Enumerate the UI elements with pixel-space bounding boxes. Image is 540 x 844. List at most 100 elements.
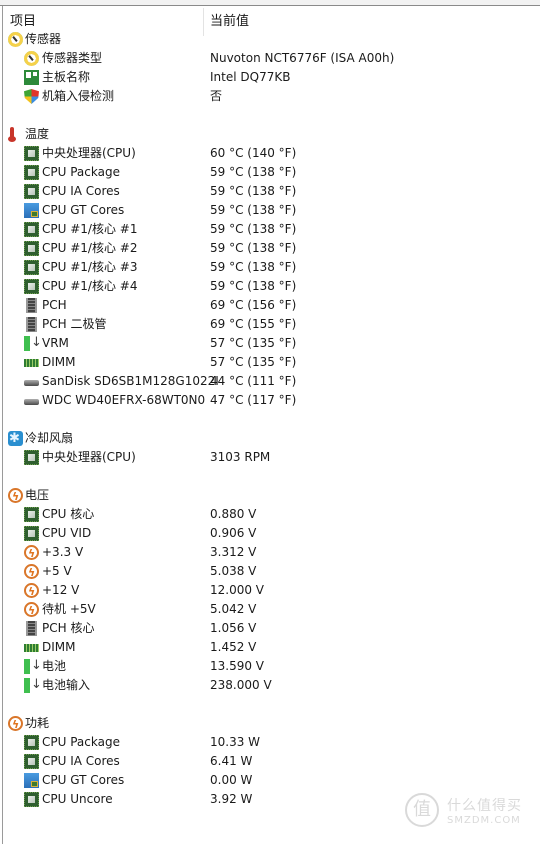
cpu-chip-icon xyxy=(24,184,39,199)
item-label: 传感器类型 xyxy=(42,51,103,65)
tree-group[interactable]: 温度 xyxy=(0,125,540,144)
tree-item[interactable]: +3.3 V 3.312 V xyxy=(0,543,540,563)
tree-item[interactable]: 机箱入侵检测 否 xyxy=(0,87,540,106)
item-label: CPU VID xyxy=(42,526,92,540)
tree-item[interactable]: CPU IA Cores 59 °C (138 °F) xyxy=(0,182,540,201)
tree-item[interactable]: 待机 +5V 5.042 V xyxy=(0,600,540,620)
item-value: 0.880 V xyxy=(210,507,257,521)
tree-item[interactable]: 电池 13.590 V xyxy=(0,656,540,676)
item-label: 待机 +5V xyxy=(42,602,96,616)
voltage-icon xyxy=(24,544,39,563)
item-value: 59 °C (138 °F) xyxy=(210,184,297,198)
item-value: 3103 RPM xyxy=(210,450,271,464)
tree-group[interactable]: 冷却风扇 xyxy=(0,429,540,448)
tree-item[interactable]: WDC WD40EFRX-68WT0N0 47 °C (117 °F) xyxy=(0,391,540,410)
cpu-chip-icon xyxy=(24,241,39,256)
item-value: 6.41 W xyxy=(210,754,253,768)
item-label: CPU #1/核心 #4 xyxy=(42,279,138,293)
memory-module-icon xyxy=(24,359,39,367)
item-value: 47 °C (117 °F) xyxy=(210,393,297,407)
column-header-value[interactable]: 当前值 xyxy=(210,10,249,29)
tree-item[interactable]: CPU VID 0.906 V xyxy=(0,524,540,543)
item-value: 0.906 V xyxy=(210,526,257,540)
item-value: 否 xyxy=(210,89,223,103)
group-label: 温度 xyxy=(25,127,50,141)
tree-item[interactable]: DIMM 57 °C (135 °F) xyxy=(0,353,540,372)
tree-item[interactable]: 传感器类型 Nuvoton NCT6776F (ISA A00h) xyxy=(0,49,540,68)
sensor-gauge-icon xyxy=(8,32,23,47)
voltage-icon xyxy=(24,563,39,582)
tree-item[interactable]: +12 V 12.000 V xyxy=(0,581,540,601)
tree-item[interactable]: SanDisk SD6SB1M128G1022I 44 °C (111 °F) xyxy=(0,372,540,391)
cpu-chip-icon xyxy=(24,279,39,294)
cpu-chip-icon xyxy=(24,735,39,750)
tree-item[interactable]: PCH 核心 1.056 V xyxy=(0,619,540,638)
tree-item[interactable]: CPU Package 10.33 W xyxy=(0,733,540,752)
cpu-chip-icon xyxy=(24,450,39,465)
item-label: +3.3 V xyxy=(42,545,84,559)
tree-item[interactable]: +5 V 5.038 V xyxy=(0,562,540,582)
voltage-icon xyxy=(24,582,39,601)
item-value: 5.038 V xyxy=(210,564,257,578)
tree-item[interactable]: 中央处理器(CPU) 60 °C (140 °F) xyxy=(0,144,540,163)
fan-icon xyxy=(8,429,23,448)
cpu-chip-icon xyxy=(24,222,39,237)
group-label: 传感器 xyxy=(25,32,62,46)
item-value: 57 °C (135 °F) xyxy=(210,355,297,369)
item-label: 电池 xyxy=(42,659,67,673)
tree-item[interactable]: CPU 核心 0.880 V xyxy=(0,505,540,524)
item-value: 5.042 V xyxy=(210,602,257,616)
item-label: CPU #1/核心 #2 xyxy=(42,241,138,255)
item-value: 12.000 V xyxy=(210,583,265,597)
tree-item[interactable]: CPU #1/核心 #2 59 °C (138 °F) xyxy=(0,239,540,258)
tree-item[interactable]: 主板名称 Intel DQ77KB xyxy=(0,68,540,87)
tree-group[interactable]: 传感器 xyxy=(0,30,540,49)
power-icon xyxy=(8,715,23,734)
column-header: 项目 当前值 xyxy=(3,6,540,36)
tree-item[interactable]: PCH 二极管 69 °C (155 °F) xyxy=(0,315,540,334)
tree-item[interactable]: DIMM 1.452 V xyxy=(0,638,540,657)
item-value: 1.056 V xyxy=(210,621,257,635)
tree-item[interactable]: CPU GT Cores 59 °C (138 °F) xyxy=(0,201,540,220)
cpu-chip-icon xyxy=(24,146,39,161)
item-value: 59 °C (138 °F) xyxy=(210,279,297,293)
voltage-icon xyxy=(24,601,39,620)
pch-chip-icon xyxy=(26,298,37,313)
tree-item[interactable]: 中央处理器(CPU) 3103 RPM xyxy=(0,448,540,467)
cpu-chip-icon xyxy=(24,260,39,275)
battery-plug-icon xyxy=(24,656,42,675)
battery-plug-icon xyxy=(24,333,42,352)
tree-item[interactable]: CPU GT Cores 0.00 W xyxy=(0,771,540,790)
item-value: 69 °C (156 °F) xyxy=(210,298,297,312)
tree-item[interactable]: CPU IA Cores 6.41 W xyxy=(0,752,540,771)
tree-item[interactable]: CPU #1/核心 #1 59 °C (138 °F) xyxy=(0,220,540,239)
item-label: DIMM xyxy=(42,640,76,654)
item-value: 59 °C (138 °F) xyxy=(210,165,297,179)
tree-item[interactable]: CPU #1/核心 #4 59 °C (138 °F) xyxy=(0,277,540,296)
column-header-item[interactable]: 项目 xyxy=(10,10,36,29)
tree-item[interactable]: VRM 57 °C (135 °F) xyxy=(0,333,540,353)
item-label: CPU IA Cores xyxy=(42,184,120,198)
cpu-chip-icon xyxy=(24,165,39,180)
gauge-icon xyxy=(24,51,39,66)
tree-item[interactable]: CPU #1/核心 #3 59 °C (138 °F) xyxy=(0,258,540,277)
item-value: 1.452 V xyxy=(210,640,257,654)
item-value: 59 °C (138 °F) xyxy=(210,241,297,255)
item-value: 59 °C (138 °F) xyxy=(210,260,297,274)
tree-item[interactable]: CPU Package 59 °C (138 °F) xyxy=(0,163,540,182)
item-label: DIMM xyxy=(42,355,76,369)
tree-group[interactable]: 功耗 xyxy=(0,714,540,734)
item-label: PCH 二极管 xyxy=(42,317,107,331)
voltage-icon xyxy=(8,487,23,506)
item-label: 主板名称 xyxy=(42,70,91,84)
cpu-chip-icon xyxy=(24,507,39,522)
tree-item[interactable]: PCH 69 °C (156 °F) xyxy=(0,296,540,315)
tree-item[interactable]: 电池输入 238.000 V xyxy=(0,675,540,695)
tree-group[interactable]: 电压 xyxy=(0,486,540,506)
item-label: +12 V xyxy=(42,583,80,597)
watermark-text: 什么值得买 xyxy=(447,798,522,814)
item-label: CPU GT Cores xyxy=(42,203,125,217)
